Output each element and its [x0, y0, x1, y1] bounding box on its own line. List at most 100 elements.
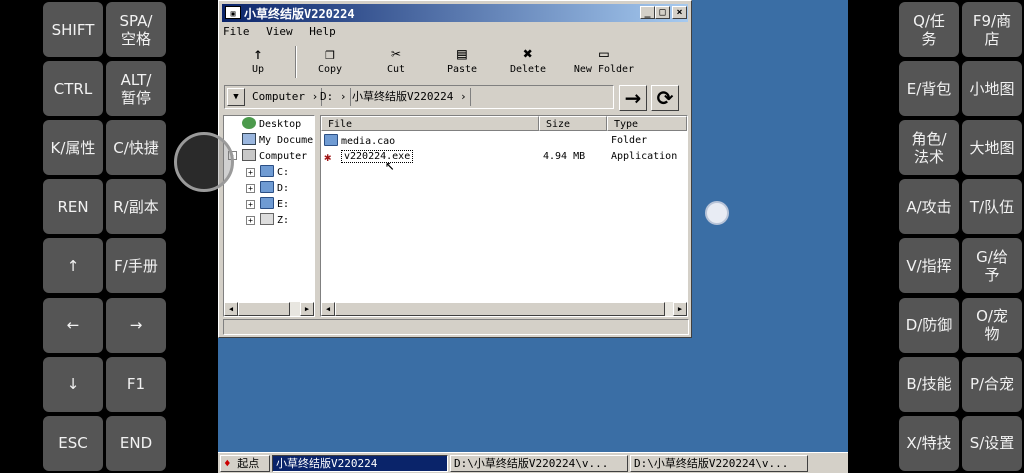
cut-button[interactable]: ✂ Cut [366, 44, 426, 80]
drive-icon [260, 213, 274, 225]
right-key-8[interactable]: V/指挥 [899, 238, 959, 294]
scroll-right-icon[interactable]: ▶ [300, 302, 314, 316]
tree-hscrollbar[interactable]: ◀ ▶ [224, 302, 314, 316]
right-key-9[interactable]: G/给 予 [962, 238, 1022, 294]
paste-button[interactable]: ▤ Paste [432, 44, 492, 80]
scroll-thumb[interactable] [335, 302, 665, 316]
left-key-0[interactable]: SHIFT [43, 2, 103, 57]
left-key-14[interactable]: ESC [43, 415, 103, 471]
scissors-icon: ✂ [391, 44, 401, 63]
window-title: 小草终结版V220224 [244, 7, 355, 21]
left-key-11[interactable]: → [106, 297, 166, 353]
right-key-11[interactable]: O/宠 物 [962, 297, 1022, 353]
list-item[interactable]: media.cao [324, 134, 395, 148]
task-button-main[interactable]: 小草终结版V220224 [272, 455, 448, 472]
file-manager-window: ▣ 小草终结版V220224 _ □ × File View Help ↑ Up… [218, 0, 692, 338]
left-key-9[interactable]: F/手册 [106, 238, 166, 294]
left-keypad: SHIFT SPA/ 空格 CTRL ALT/ 暂停 K/属性 C/快捷 REN R/副本 ↑ F… [0, 0, 218, 473]
tree-item-desktop[interactable]: Desktop [242, 117, 301, 131]
right-key-15[interactable]: S/设置 [962, 415, 1022, 471]
list-item[interactable]: ✱ v220224.exe [324, 150, 414, 164]
refresh-icon[interactable]: ⟳ [651, 85, 679, 111]
menu-view[interactable]: View [266, 25, 293, 38]
left-key-6[interactable]: REN [43, 179, 103, 235]
copy-button[interactable]: ❐ Copy [300, 44, 360, 80]
list-hscrollbar[interactable]: ◀ ▶ [321, 302, 687, 316]
left-key-13[interactable]: F1 [106, 356, 166, 412]
folder-icon [260, 181, 274, 193]
left-key-5[interactable]: C/快捷 [106, 120, 166, 176]
expand-toggle[interactable]: + [246, 184, 255, 193]
left-key-8[interactable]: ↑ [43, 238, 103, 294]
pin-icon: ♦ [224, 457, 231, 470]
left-key-1[interactable]: SPA/ 空格 [106, 2, 166, 57]
toolbar: ↑ Up ❐ Copy ✂ Cut ▤ Paste ✖ Delete ▭ New… [222, 44, 688, 80]
menu-help[interactable]: Help [309, 25, 336, 38]
virtual-joystick[interactable] [174, 132, 234, 192]
right-key-13[interactable]: P/合宠 [962, 356, 1022, 412]
scroll-left-icon[interactable]: ◀ [321, 302, 335, 316]
right-key-7[interactable]: T/队伍 [962, 179, 1022, 235]
right-key-1[interactable]: F9/商 店 [962, 2, 1022, 57]
tree-item-drive-e[interactable]: E: [260, 197, 289, 211]
left-key-15[interactable]: END [106, 415, 166, 471]
tree-item-computer[interactable]: Computer [242, 149, 307, 163]
right-key-6[interactable]: A/攻击 [899, 179, 959, 235]
scroll-right-icon[interactable]: ▶ [673, 302, 687, 316]
right-key-3[interactable]: 小地图 [962, 61, 1022, 117]
tree-item-my-documents[interactable]: My Docume [242, 133, 313, 147]
tree-item-drive-c[interactable]: C: [260, 165, 289, 179]
folder-icon [324, 134, 338, 146]
right-key-12[interactable]: B/技能 [899, 356, 959, 412]
touch-cursor-dot[interactable] [705, 201, 729, 225]
column-type[interactable]: Type [607, 116, 687, 131]
left-key-12[interactable]: ↓ [43, 356, 103, 412]
chevron-down-icon[interactable]: ▼ [227, 88, 245, 106]
left-key-7[interactable]: R/副本 [106, 179, 166, 235]
left-key-2[interactable]: CTRL [43, 61, 103, 117]
close-button[interactable]: × [672, 6, 687, 19]
minimize-button[interactable]: _ [640, 6, 655, 19]
title-bar[interactable]: ▣ 小草终结版V220224 _ □ × [222, 4, 688, 22]
task-button-explorer-2[interactable]: D:\小草终结版V220224\v... [630, 455, 808, 472]
tree-item-drive-z[interactable]: Z: [260, 213, 289, 227]
left-key-4[interactable]: K/属性 [43, 120, 103, 176]
up-button[interactable]: ↑ Up [228, 44, 288, 80]
scroll-left-icon[interactable]: ◀ [224, 302, 238, 316]
right-keypad: Q/任 务 F9/商 店 E/背包 小地图 角色/ 法术 大地图 A/攻击 T/队伍 V/指挥 G… [848, 0, 1024, 473]
breadcrumb-drive[interactable]: D: › [317, 88, 351, 106]
breadcrumb-computer[interactable]: Computer › [249, 88, 323, 106]
up-arrow-icon: ↑ [253, 44, 263, 63]
new-folder-button[interactable]: ▭ New Folder [568, 44, 640, 80]
start-button[interactable]: ♦ 起点 [220, 455, 270, 472]
expand-toggle[interactable]: + [246, 216, 255, 225]
right-key-14[interactable]: X/特技 [899, 415, 959, 471]
right-key-10[interactable]: D/防御 [899, 297, 959, 353]
column-file[interactable]: File [321, 116, 539, 131]
menu-file[interactable]: File [223, 25, 250, 38]
file-list: File Size Type media.cao Folder ✱ v220224… [320, 115, 688, 317]
tree-item-drive-d[interactable]: D: [260, 181, 289, 195]
right-key-4[interactable]: 角色/ 法术 [899, 120, 959, 176]
paste-label: Paste [446, 64, 478, 75]
maximize-button[interactable]: □ [655, 6, 670, 19]
go-arrow-icon[interactable]: → [619, 85, 647, 111]
scroll-thumb[interactable] [238, 302, 290, 316]
folder-tree: Desktop My Docume - Computer + C: + D: +… [223, 115, 315, 317]
new-folder-icon: ▭ [599, 44, 609, 63]
delete-button[interactable]: ✖ Delete [498, 44, 558, 80]
task-button-explorer-1[interactable]: D:\小草终结版V220224\v... [450, 455, 628, 472]
right-key-5[interactable]: 大地图 [962, 120, 1022, 176]
breadcrumb-folder[interactable]: 小草终结版V220224 › [349, 88, 471, 106]
column-size[interactable]: Size [539, 116, 607, 131]
expand-toggle[interactable]: + [246, 168, 255, 177]
expand-toggle[interactable]: + [246, 200, 255, 209]
address-bar[interactable]: ▼ Computer › D: › 小草终结版V220224 › [224, 85, 614, 109]
size-cell: 4.94 MB [543, 151, 586, 162]
up-label: Up [251, 64, 265, 75]
right-key-2[interactable]: E/背包 [899, 61, 959, 117]
right-key-0[interactable]: Q/任 务 [899, 2, 959, 57]
folder-icon [260, 197, 274, 209]
left-key-3[interactable]: ALT/ 暂停 [106, 61, 166, 117]
left-key-10[interactable]: ← [43, 297, 103, 353]
